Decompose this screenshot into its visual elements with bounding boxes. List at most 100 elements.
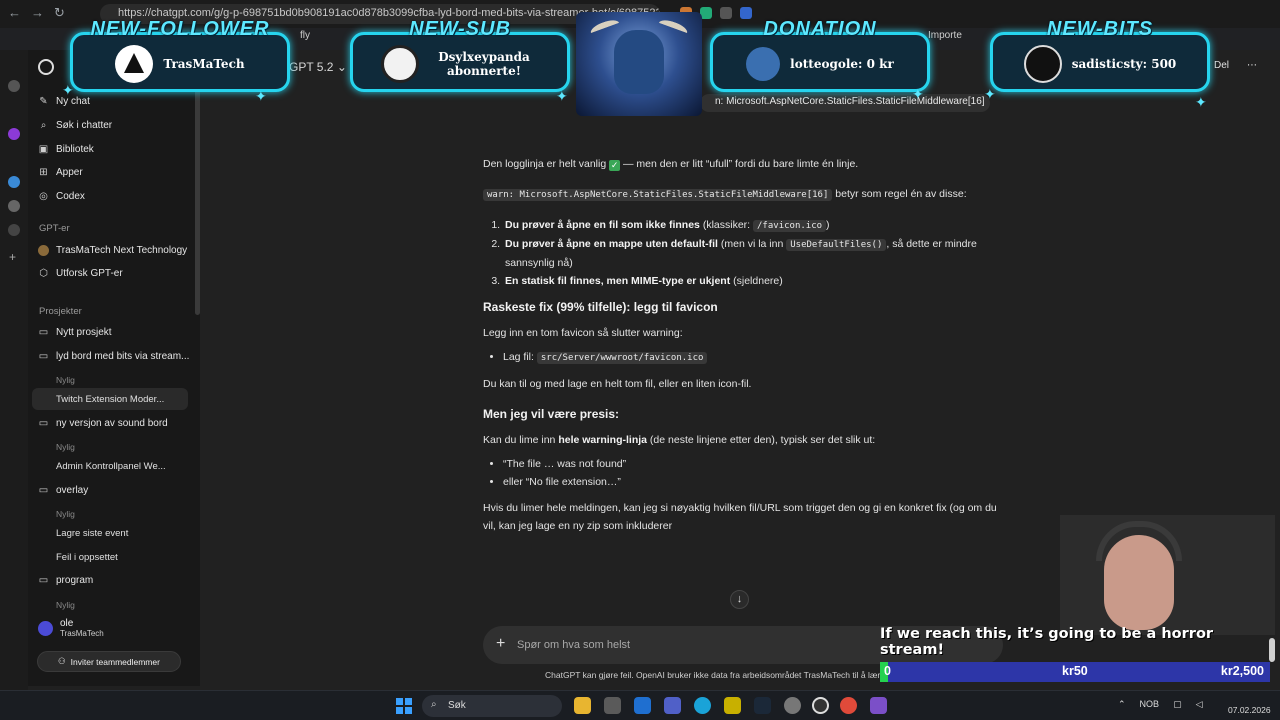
attach-plus-icon[interactable]: + bbox=[496, 635, 505, 653]
keyboard-language[interactable]: NOB bbox=[1140, 699, 1160, 710]
rail-app-icon[interactable] bbox=[8, 80, 20, 92]
gpt-avatar-icon bbox=[38, 244, 49, 256]
scroll-down-button[interactable]: ↓ bbox=[730, 590, 749, 609]
network-icon[interactable]: ▢ bbox=[1173, 699, 1182, 710]
sidebar-project[interactable]: ▭ ny versjon av sound bord bbox=[38, 413, 168, 433]
globe-icon[interactable] bbox=[8, 224, 20, 236]
taskbar-search[interactable]: ⌕ Søk bbox=[422, 695, 562, 717]
rail-app-icon[interactable] bbox=[8, 176, 20, 188]
headphones-shape bbox=[1096, 521, 1182, 561]
streamer-mascot bbox=[576, 12, 702, 116]
sidebar-item-library[interactable]: ▣ Bibliotek bbox=[38, 139, 94, 159]
paragraph: Hvis du limer hele meldingen, kan jeg si… bbox=[483, 502, 997, 532]
steam-icon[interactable] bbox=[754, 697, 771, 714]
explore-gpts-icon: ⬡ bbox=[39, 267, 48, 279]
nav-buttons: ← → ↻ bbox=[8, 5, 65, 21]
section-heading: Raskeste fix (99% tilfelle): legg til fa… bbox=[483, 300, 718, 314]
openai-logo-icon[interactable] bbox=[38, 59, 54, 75]
bits-alert: NEW-BITS sadisticsty: 500 ✦ ✦ bbox=[984, 18, 1210, 110]
section-heading: Men jeg vil være presis: bbox=[483, 407, 620, 421]
store-icon[interactable] bbox=[604, 697, 621, 714]
sidebar-chat-item[interactable]: Lagre siste event bbox=[56, 528, 128, 539]
more-options-button[interactable]: ⋯ bbox=[1247, 60, 1257, 71]
sparkle-icon: ✦ bbox=[62, 82, 74, 98]
sidebar-item-gpt[interactable]: TrasMaTech Next Technology bbox=[38, 240, 187, 260]
apps-icon: ⊞ bbox=[39, 166, 48, 178]
app-icon[interactable] bbox=[724, 697, 741, 714]
alert-text: lotteogole: 0 kr bbox=[790, 57, 894, 71]
paragraph: Kan du lime inn hele warning-linja (de n… bbox=[483, 434, 876, 446]
chrome-icon[interactable] bbox=[840, 697, 857, 714]
paragraph: Du kan til og med lage en helt tom fil, … bbox=[483, 378, 752, 390]
clock[interactable]: 07.02.2026 bbox=[1228, 694, 1271, 716]
add-icon[interactable]: + bbox=[9, 250, 16, 264]
alert-text: TrasMaTech bbox=[163, 57, 245, 71]
reload-icon[interactable]: ↻ bbox=[54, 5, 65, 21]
outlook-icon[interactable] bbox=[634, 697, 651, 714]
share-button[interactable]: Del bbox=[1214, 60, 1229, 71]
triangle-logo-icon bbox=[124, 53, 145, 73]
teams-icon[interactable] bbox=[664, 697, 681, 714]
avatar bbox=[38, 620, 53, 636]
browser-side-rail: + bbox=[0, 50, 28, 690]
sidebar-chat-item[interactable]: Admin Kontrollpanel We... bbox=[56, 461, 166, 472]
obs-icon[interactable] bbox=[812, 697, 829, 714]
invite-team-button[interactable]: ⚇ Inviter teammedlemmer bbox=[37, 651, 181, 672]
inline-code: UseDefaultFiles() bbox=[786, 239, 887, 251]
edge-icon[interactable] bbox=[694, 697, 711, 714]
recent-label: Nylig bbox=[56, 509, 75, 519]
search-icon: ⌕ bbox=[40, 119, 47, 131]
file-explorer-icon[interactable] bbox=[574, 697, 591, 714]
follower-alert: NEW-FOLLOWER TrasMaTech ✦ ✦ bbox=[62, 18, 290, 104]
arrow-down-icon: ↓ bbox=[736, 593, 743, 605]
alert-title: NEW-SUB bbox=[409, 18, 511, 40]
goal-start: 0 bbox=[884, 664, 891, 678]
user-profile[interactable]: ole TrasMaTech bbox=[38, 618, 104, 638]
chevron-up-icon[interactable]: ⌃ bbox=[1118, 699, 1126, 710]
sidebar-chat-item[interactable]: Twitch Extension Moder... bbox=[56, 394, 164, 405]
bookmark-fly[interactable]: fly bbox=[300, 30, 310, 46]
chatgpt-rail-icon[interactable] bbox=[8, 200, 20, 212]
sidebar-item-new-project[interactable]: ▭ Nytt prosjekt bbox=[38, 322, 112, 342]
goal-text: If we reach this, it’s going to be a hor… bbox=[880, 626, 1214, 658]
inline-code: warn: Microsoft.AspNetCore.StaticFiles.S… bbox=[483, 189, 833, 201]
app-icon[interactable] bbox=[784, 697, 801, 714]
windows-taskbar: ⌕ Søk ⌃ NOB ▢ ◁ 07.02.2026 bbox=[0, 690, 1280, 720]
horn-shape bbox=[656, 17, 690, 39]
sidebar-project[interactable]: ▭ overlay bbox=[38, 480, 88, 500]
recent-label: Nylig bbox=[56, 442, 75, 452]
goal-current: kr50 bbox=[1062, 664, 1088, 678]
sidebar-chat-item[interactable]: Feil i oppsettet bbox=[56, 552, 118, 563]
list-item: Du prøver å åpne en mappe uten default-f… bbox=[503, 235, 1003, 272]
webcam-feed bbox=[1060, 515, 1275, 635]
paragraph: warn: Microsoft.AspNetCore.StaticFiles.S… bbox=[483, 185, 1003, 204]
sidebar-item-explore-gpts[interactable]: ⬡ Utforsk GPT-er bbox=[38, 263, 123, 283]
sidebar-item-codex[interactable]: ◎ Codex bbox=[38, 186, 85, 206]
prompt-input[interactable] bbox=[517, 636, 917, 654]
list-item: “The file … was not found” bbox=[503, 455, 1003, 473]
follower-avatar bbox=[115, 45, 154, 83]
bookmark-importe[interactable]: Importe bbox=[928, 30, 962, 46]
new-folder-icon: ▭ bbox=[38, 326, 49, 338]
sidebar-project[interactable]: ▭ program bbox=[38, 570, 93, 590]
sparkle-icon: ✦ bbox=[556, 88, 568, 104]
volume-icon[interactable]: ◁ bbox=[1196, 699, 1203, 710]
search-icon: ⌕ bbox=[431, 699, 437, 710]
alert-title: NEW-FOLLOWER bbox=[90, 18, 270, 40]
donor-avatar bbox=[746, 47, 781, 81]
model-selector[interactable]: GPT 5.2 ⌄ bbox=[289, 60, 347, 74]
visual-studio-icon[interactable] bbox=[870, 697, 887, 714]
goal-bar: 0 kr50 kr2,500 bbox=[880, 662, 1270, 682]
windows-start-icon[interactable] bbox=[396, 698, 412, 714]
sparkle-icon: ✦ bbox=[984, 86, 996, 102]
workspace-name: TrasMaTech bbox=[60, 629, 104, 638]
sidebar-item-search[interactable]: ⌕ Søk i chatter bbox=[38, 115, 112, 135]
sidebar-item-apps[interactable]: ⊞ Apper bbox=[38, 162, 82, 182]
list-item: En statisk fil finnes, men MIME-type er … bbox=[503, 272, 1003, 290]
sidebar-project[interactable]: ▭ lyd bord med bits via stream... bbox=[38, 346, 190, 366]
inline-code: src/Server/wwwroot/favicon.ico bbox=[536, 352, 708, 364]
folder-icon: ▭ bbox=[38, 574, 49, 586]
twitch-icon[interactable] bbox=[8, 128, 20, 140]
back-icon[interactable]: ← bbox=[8, 5, 21, 21]
forward-icon[interactable]: → bbox=[31, 5, 44, 21]
